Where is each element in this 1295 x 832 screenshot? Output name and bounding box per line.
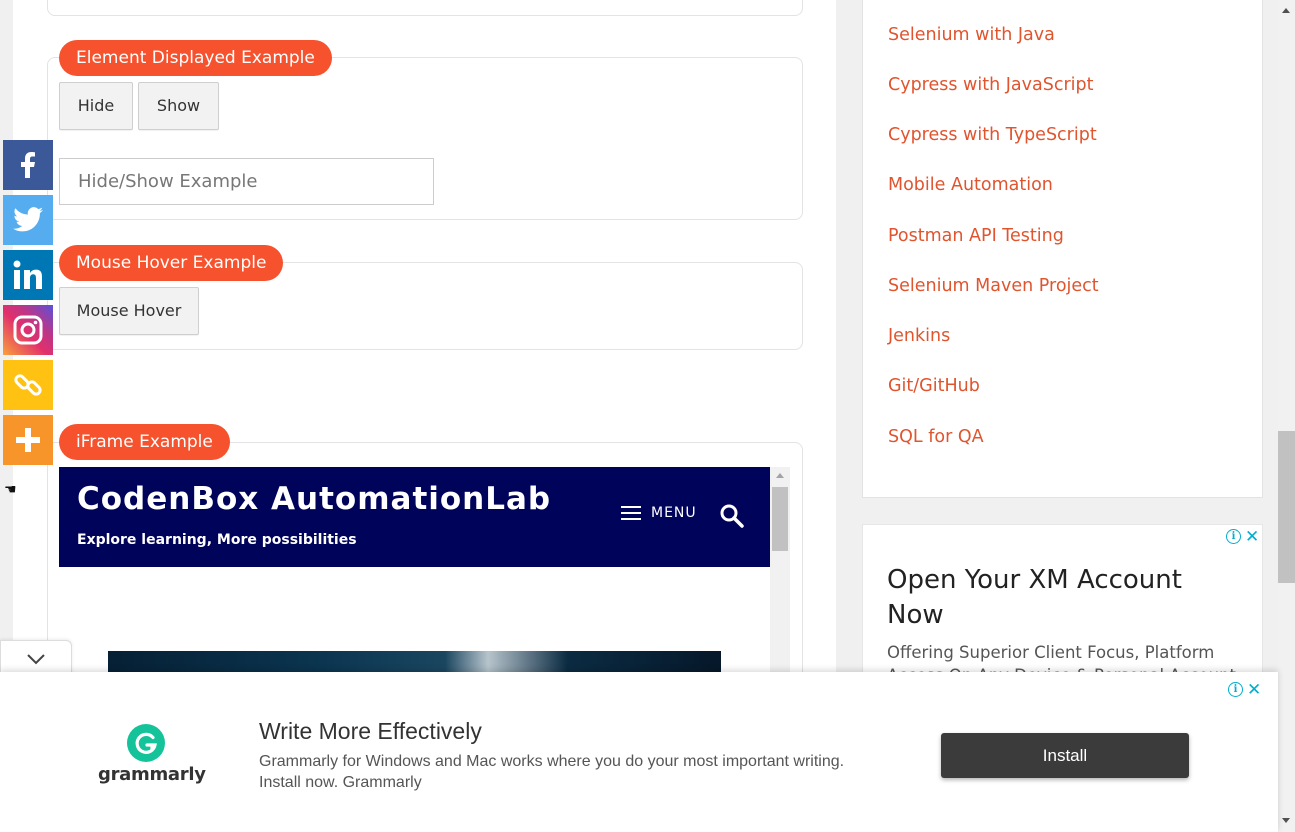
element-displayed-legend: Element Displayed Example bbox=[59, 40, 332, 76]
iframe-legend: iFrame Example bbox=[59, 424, 230, 460]
hide-button[interactable]: Hide bbox=[59, 82, 133, 130]
info-icon[interactable]: i bbox=[1226, 529, 1241, 544]
facebook-icon bbox=[21, 152, 35, 178]
instagram-icon bbox=[13, 315, 43, 345]
sidebar-link-selenium-java[interactable]: Selenium with Java bbox=[888, 25, 1055, 45]
iframe-tagline: Explore learning, More possibilities bbox=[77, 532, 357, 548]
bottom-ad-controls: i ✕ bbox=[1228, 681, 1261, 698]
sidebar-link-sql-qa[interactable]: SQL for QA bbox=[888, 427, 984, 447]
collapse-ad-tab[interactable] bbox=[0, 640, 72, 676]
page-scrollbar-thumb[interactable] bbox=[1278, 431, 1295, 583]
facebook-share-button[interactable] bbox=[3, 140, 53, 190]
iframe-scrollbar[interactable] bbox=[770, 467, 790, 680]
close-icon[interactable]: ✕ bbox=[1247, 681, 1261, 698]
iframe-site-header: CodenBox AutomationLab Explore learning,… bbox=[59, 467, 770, 567]
copy-link-icon bbox=[14, 374, 42, 396]
show-button[interactable]: Show bbox=[138, 82, 219, 130]
mouse-hover-button[interactable]: Mouse Hover bbox=[59, 287, 199, 335]
iframe-menu-button[interactable]: MENU bbox=[621, 505, 697, 521]
side-ad[interactable]: i ✕ Open Your XM Account Now Offering Su… bbox=[862, 524, 1263, 686]
scroll-up-arrow-icon[interactable] bbox=[1282, 8, 1290, 13]
grammarly-brand[interactable]: grammarly bbox=[98, 764, 206, 785]
scroll-down-arrow-icon[interactable] bbox=[1282, 818, 1290, 823]
iframe-scrollbar-thumb[interactable] bbox=[772, 487, 788, 551]
more-share-button[interactable] bbox=[3, 415, 53, 465]
bottom-ad-description: Grammarly for Windows and Mac works wher… bbox=[259, 753, 845, 791]
copy-link-button[interactable] bbox=[3, 360, 53, 410]
hide-share-bar-icon[interactable]: ☚ bbox=[4, 482, 17, 498]
hamburger-icon bbox=[621, 506, 641, 520]
twitter-share-button[interactable] bbox=[3, 195, 53, 245]
more-icon bbox=[16, 428, 40, 452]
sidebar-link-mobile-automation[interactable]: Mobile Automation bbox=[888, 175, 1053, 195]
twitter-icon bbox=[13, 207, 43, 232]
install-button[interactable]: Install bbox=[941, 733, 1189, 778]
side-ad-controls: i ✕ bbox=[1226, 528, 1259, 545]
info-icon[interactable]: i bbox=[1228, 682, 1243, 697]
sidebar-link-selenium-maven[interactable]: Selenium Maven Project bbox=[888, 276, 1099, 296]
scroll-up-arrow-icon[interactable] bbox=[776, 473, 784, 478]
previous-fieldset bbox=[47, 0, 803, 16]
mouse-hover-legend: Mouse Hover Example bbox=[59, 245, 284, 281]
chevron-down-icon bbox=[27, 654, 45, 665]
sidebar-link-git-github[interactable]: Git/GitHub bbox=[888, 376, 980, 396]
page-scrollbar[interactable] bbox=[1278, 0, 1295, 832]
hide-show-input[interactable] bbox=[59, 158, 434, 205]
sidebar-link-jenkins[interactable]: Jenkins bbox=[888, 326, 950, 346]
close-icon[interactable]: ✕ bbox=[1245, 528, 1259, 545]
instagram-share-button[interactable] bbox=[3, 305, 53, 355]
iframe-frame[interactable]: CodenBox AutomationLab Explore learning,… bbox=[59, 467, 790, 680]
sidebar-link-postman[interactable]: Postman API Testing bbox=[888, 226, 1064, 246]
bottom-ad-title[interactable]: Write More Effectively bbox=[259, 718, 482, 745]
bottom-ad-banner[interactable]: i ✕ grammarly Write More Effectively Gra… bbox=[0, 672, 1278, 832]
iframe-site-title[interactable]: CodenBox AutomationLab bbox=[77, 481, 551, 517]
linkedin-icon bbox=[13, 260, 42, 289]
sidebar-link-cypress-javascript[interactable]: Cypress with JavaScript bbox=[888, 75, 1093, 95]
sidebar-link-cypress-typescript[interactable]: Cypress with TypeScript bbox=[888, 125, 1097, 145]
side-ad-title[interactable]: Open Your XM Account Now bbox=[887, 563, 1217, 633]
search-icon[interactable] bbox=[719, 503, 745, 529]
iframe-menu-label: MENU bbox=[651, 505, 697, 521]
grammarly-logo-icon[interactable] bbox=[127, 724, 165, 762]
linkedin-share-button[interactable] bbox=[3, 250, 53, 300]
